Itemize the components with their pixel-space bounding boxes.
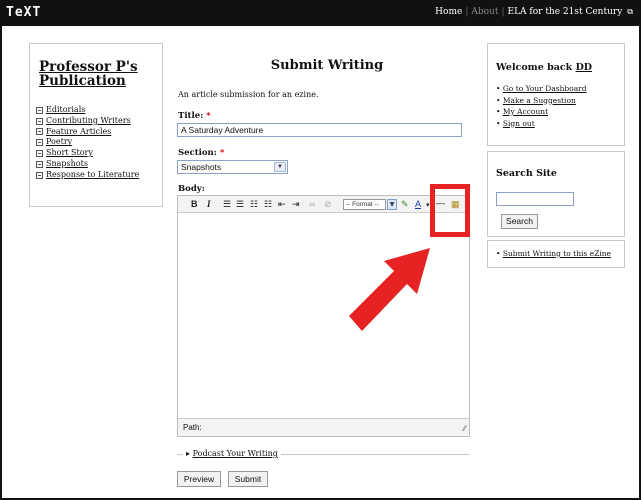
annotation-arrow-icon xyxy=(349,248,430,331)
nav-separator: | xyxy=(501,7,505,17)
sidebar-item-label[interactable]: Editorials xyxy=(46,105,85,116)
submit-links: Submit Writing to this eZine xyxy=(496,248,611,260)
welcome-title: Welcome back DD xyxy=(496,62,592,73)
submit-writing-link[interactable]: Submit Writing to this eZine xyxy=(503,249,611,258)
sidebar-item-response-to-literature[interactable]: Response to Literature xyxy=(36,170,139,181)
welcome-panel: Welcome back DD Go to Your Dashboard Mak… xyxy=(487,43,625,146)
submit-link-item: Submit Writing to this eZine xyxy=(496,248,611,260)
form-description: An article submission for an ezine. xyxy=(178,90,319,99)
preview-button[interactable]: Preview xyxy=(177,471,221,487)
collapse-box-icon xyxy=(36,128,43,136)
required-marker: * xyxy=(206,111,211,121)
nav-home-link[interactable]: Home xyxy=(435,7,462,17)
outdent-icon[interactable]: ⇤ xyxy=(278,198,286,210)
top-nav: Home | About | ELA for the 21st Century … xyxy=(435,7,633,17)
nav-about-link[interactable]: About xyxy=(471,7,498,17)
sidebar-item-label[interactable]: Response to Literature xyxy=(46,170,139,181)
format-select[interactable]: -- Format -- xyxy=(343,199,386,210)
collapse-box-icon xyxy=(36,139,43,147)
align-center-icon[interactable]: ☰ xyxy=(236,198,244,210)
sidebar-item-label[interactable]: Feature Articles xyxy=(46,127,111,138)
podcast-toggle[interactable]: ▸ Podcast Your Writing xyxy=(183,449,281,459)
sign-out-link[interactable]: Sign out xyxy=(503,119,535,128)
podcast-link[interactable]: Podcast Your Writing xyxy=(193,449,278,458)
brand-logo[interactable]: TeXT xyxy=(6,5,41,20)
numbered-list-icon[interactable]: ☷ xyxy=(264,198,272,210)
external-link-icon: ⧉ xyxy=(627,7,633,16)
sidebar-item-label[interactable]: Short Story xyxy=(46,148,93,159)
welcome-prefix: Welcome back xyxy=(496,62,573,73)
top-bar: TeXT Home | About | ELA for the 21st Cen… xyxy=(0,0,641,26)
my-account-link[interactable]: My Account xyxy=(503,107,548,116)
path-label: Path: xyxy=(183,423,202,432)
sidebar-item-short-story[interactable]: Short Story xyxy=(36,148,139,159)
page-title: Submit Writing xyxy=(270,58,384,73)
editor-path-bar: Path: ∕∕ xyxy=(178,418,469,436)
resize-handle-icon[interactable]: ∕∕ xyxy=(463,424,466,433)
account-link-item: My Account xyxy=(496,106,587,118)
dashboard-link[interactable]: Go to Your Dashboard xyxy=(503,84,587,93)
collapse-box-icon xyxy=(36,160,43,168)
chevron-down-icon[interactable]: ▼ xyxy=(274,162,286,172)
collapse-box-icon xyxy=(36,106,43,114)
align-left-icon[interactable]: ☰ xyxy=(223,198,231,210)
indent-icon[interactable]: ⇥ xyxy=(292,198,300,210)
sidebar-item-editorials[interactable]: Editorials xyxy=(36,105,139,116)
submit-button[interactable]: Submit xyxy=(228,471,268,487)
collapse-box-icon xyxy=(36,117,43,125)
bullet-list-icon[interactable]: ☷ xyxy=(250,198,258,210)
required-marker: * xyxy=(219,148,225,158)
site-title[interactable]: Professor P's Publication xyxy=(39,60,159,88)
chevron-down-icon[interactable]: ▼ xyxy=(387,199,397,210)
title-label-text: Title: xyxy=(178,111,204,121)
annotation-highlight-box xyxy=(430,184,470,237)
sidebar-item-label[interactable]: Snapshots xyxy=(46,159,88,170)
unlink-icon[interactable]: ⊘ xyxy=(324,198,332,210)
bold-button[interactable]: B xyxy=(191,198,198,210)
section-selected-value: Snapshots xyxy=(181,162,222,172)
username-link[interactable]: DD xyxy=(576,62,592,73)
chevron-down-icon[interactable]: ▾ xyxy=(426,200,430,212)
nav-ela-link[interactable]: ELA for the 21st Century xyxy=(508,7,623,17)
body-field-label: Body: xyxy=(178,184,205,194)
collapse-box-icon xyxy=(36,150,43,158)
search-title: Search Site xyxy=(496,168,557,179)
search-button[interactable]: Search xyxy=(501,214,538,229)
search-panel: Search Site Search xyxy=(487,151,625,237)
account-link-item: Sign out xyxy=(496,118,587,130)
section-label-text: Section: xyxy=(178,148,217,158)
account-link-item: Make a Suggestion xyxy=(496,95,587,107)
collapse-box-icon xyxy=(36,171,43,179)
sidebar-panel: Professor P's Publication Editorials Con… xyxy=(29,43,163,207)
nav-separator: | xyxy=(465,7,469,17)
title-field-label: Title: * xyxy=(178,111,211,121)
link-icon[interactable]: ∞ xyxy=(309,198,315,210)
sidebar-item-label[interactable]: Contributing Writers xyxy=(46,116,131,127)
italic-button[interactable]: I xyxy=(207,198,211,210)
title-input[interactable] xyxy=(177,123,462,137)
section-select[interactable]: Snapshots ▼ xyxy=(177,160,288,174)
podcast-section: ▸ Podcast Your Writing xyxy=(177,449,470,459)
sidebar-item-feature-articles[interactable]: Feature Articles xyxy=(36,127,139,138)
section-nav: Editorials Contributing Writers Feature … xyxy=(36,105,139,181)
account-links: Go to Your Dashboard Make a Suggestion M… xyxy=(496,83,587,129)
search-input[interactable] xyxy=(496,192,574,206)
section-field-label: Section: * xyxy=(178,148,224,158)
account-link-item: Go to Your Dashboard xyxy=(496,83,587,95)
text-color-icon[interactable]: A xyxy=(415,198,421,210)
sidebar-item-contributing-writers[interactable]: Contributing Writers xyxy=(36,116,139,127)
sidebar-item-label[interactable]: Poetry xyxy=(46,137,72,148)
submit-link-panel: Submit Writing to this eZine xyxy=(487,240,625,268)
editor-toolbar: B I ☰ ☰ ☷ ☷ ⇤ ⇥ ∞ ⊘ -- Format -- ▼ ✎ A ▾… xyxy=(178,196,469,213)
suggestion-link[interactable]: Make a Suggestion xyxy=(503,96,576,105)
expand-arrow-icon: ▸ xyxy=(186,449,191,458)
paste-word-icon[interactable]: ✎ xyxy=(401,198,409,210)
sidebar-item-snapshots[interactable]: Snapshots xyxy=(36,159,139,170)
sidebar-item-poetry[interactable]: Poetry xyxy=(36,137,139,148)
